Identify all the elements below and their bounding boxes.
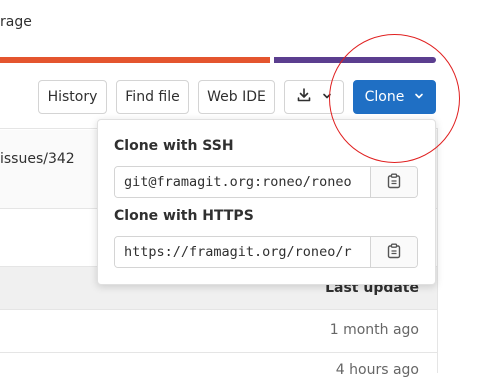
web-ide-button-label: Web IDE bbox=[207, 89, 266, 105]
clone-https-url-field[interactable] bbox=[115, 237, 370, 267]
copy-https-url-button[interactable] bbox=[370, 237, 417, 267]
language-bar-segment-1 bbox=[0, 57, 270, 63]
find-file-button[interactable]: Find file bbox=[116, 80, 189, 114]
row-last-update: 4 hours ago bbox=[335, 362, 419, 378]
clone-ssh-url-field[interactable] bbox=[115, 167, 370, 197]
clone-ssh-group bbox=[114, 166, 418, 198]
copy-ssh-url-button[interactable] bbox=[370, 167, 417, 197]
clone-https-label: Clone with HTTPS bbox=[114, 208, 254, 224]
history-button[interactable]: History bbox=[38, 80, 107, 114]
history-button-label: History bbox=[47, 89, 98, 105]
web-ide-button[interactable]: Web IDE bbox=[198, 80, 275, 114]
copy-clipboard-icon bbox=[387, 243, 401, 262]
find-file-button-label: Find file bbox=[125, 89, 180, 105]
copy-clipboard-icon bbox=[387, 173, 401, 192]
commit-issue-link[interactable]: issues/342 bbox=[0, 151, 75, 167]
annotation-circle bbox=[329, 34, 460, 163]
clone-ssh-label: Clone with SSH bbox=[114, 138, 234, 154]
page-title-partial: rage bbox=[0, 14, 32, 30]
row-last-update: 1 month ago bbox=[329, 322, 419, 338]
download-icon bbox=[296, 87, 312, 107]
clone-https-group bbox=[114, 236, 418, 268]
